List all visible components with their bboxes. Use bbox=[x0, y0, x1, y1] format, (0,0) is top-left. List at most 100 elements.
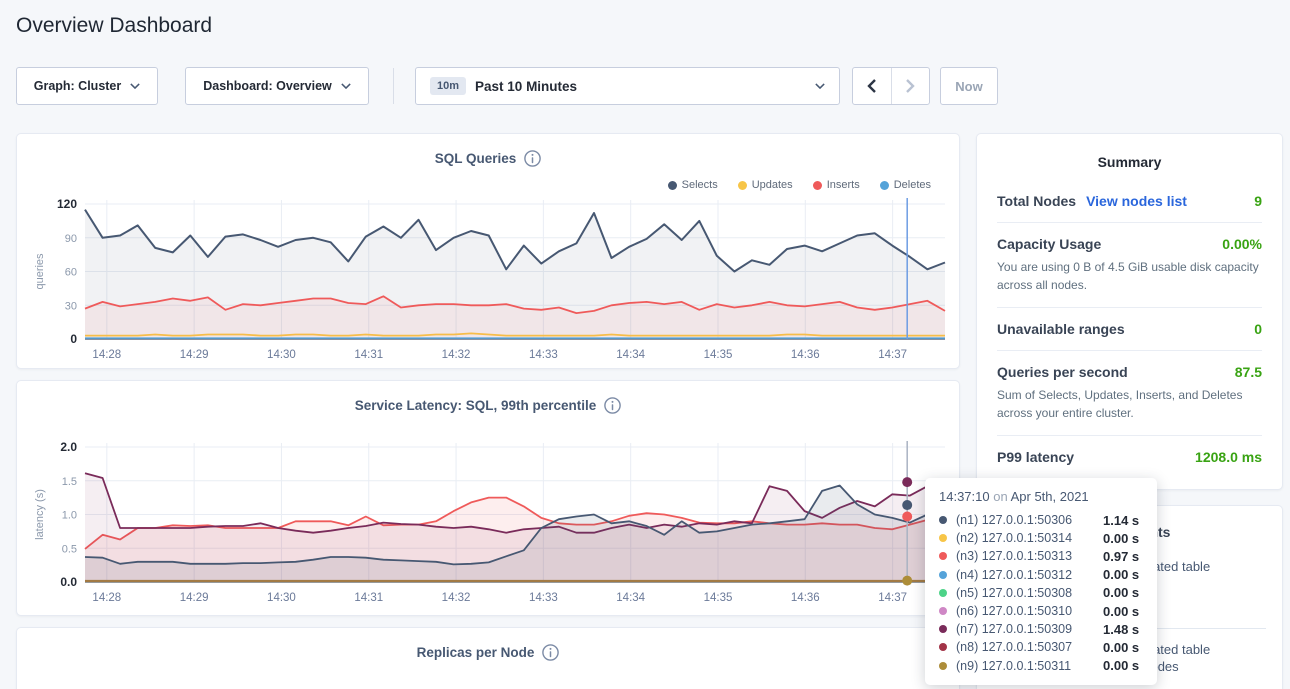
tooltip-node-value: 1.14 s bbox=[1103, 513, 1139, 528]
legend-label: Selects bbox=[682, 179, 718, 191]
tooltip-node-address: (n8) 127.0.0.1:50307 bbox=[956, 640, 1103, 654]
unavailable-ranges-value: 0 bbox=[1254, 321, 1262, 337]
unavailable-ranges-label: Unavailable ranges bbox=[997, 321, 1125, 337]
svg-text:2.0: 2.0 bbox=[60, 440, 77, 454]
p99-latency-value: 1208.0 ms bbox=[1195, 449, 1262, 465]
replicas-per-node-chart-card: Replicas per Node bbox=[16, 627, 960, 689]
legend-item[interactable]: Selects bbox=[668, 179, 718, 191]
legend-dot-icon bbox=[738, 181, 747, 190]
legend-item[interactable]: Inserts bbox=[813, 179, 860, 191]
svg-text:14:30: 14:30 bbox=[267, 349, 296, 361]
sql-queries-legend: Selects Updates Inserts Deletes bbox=[668, 179, 931, 191]
info-icon[interactable] bbox=[524, 150, 541, 167]
node-color-dot-icon bbox=[939, 589, 947, 597]
svg-text:14:32: 14:32 bbox=[442, 349, 471, 361]
tooltip-node-value: 0.00 s bbox=[1103, 604, 1139, 619]
chevron-down-icon bbox=[815, 83, 825, 89]
view-nodes-list-link[interactable]: View nodes list bbox=[1086, 193, 1187, 209]
toolbar-divider bbox=[393, 68, 394, 104]
tooltip-node-row: (n3) 127.0.0.1:503130.97 s bbox=[939, 547, 1143, 565]
legend-item[interactable]: Updates bbox=[738, 179, 793, 191]
svg-text:0: 0 bbox=[70, 332, 77, 346]
legend-dot-icon bbox=[668, 181, 677, 190]
tooltip-node-row: (n5) 127.0.0.1:503080.00 s bbox=[939, 584, 1143, 602]
queries-per-second-label: Queries per second bbox=[997, 364, 1128, 380]
legend-dot-icon bbox=[813, 181, 822, 190]
svg-text:14:28: 14:28 bbox=[92, 592, 121, 604]
tooltip-node-value: 0.00 s bbox=[1103, 531, 1139, 546]
service-latency-plot[interactable]: 0.00.51.01.52.014:2814:2914:3014:3114:32… bbox=[25, 436, 953, 608]
svg-text:90: 90 bbox=[65, 233, 77, 245]
page-title: Overview Dashboard bbox=[16, 14, 212, 38]
tooltip-node-row: (n4) 127.0.0.1:503120.00 s bbox=[939, 566, 1143, 584]
tooltip-node-row: (n6) 127.0.0.1:503100.00 s bbox=[939, 602, 1143, 620]
time-next-button[interactable] bbox=[891, 68, 930, 104]
chevron-left-icon bbox=[867, 79, 876, 93]
sql-queries-chart-title: SQL Queries bbox=[435, 151, 517, 166]
svg-text:14:37: 14:37 bbox=[878, 349, 907, 361]
svg-text:14:35: 14:35 bbox=[704, 592, 733, 604]
chevron-down-icon bbox=[130, 83, 140, 89]
svg-text:14:36: 14:36 bbox=[791, 592, 820, 604]
svg-text:14:33: 14:33 bbox=[529, 592, 558, 604]
tooltip-node-row: (n9) 127.0.0.1:503110.00 s bbox=[939, 657, 1143, 675]
svg-text:14:29: 14:29 bbox=[180, 592, 209, 604]
sql-queries-plot[interactable]: 030609012014:2814:2914:3014:3114:3214:33… bbox=[25, 194, 953, 366]
svg-text:14:34: 14:34 bbox=[616, 592, 645, 604]
p99-latency-label: P99 latency bbox=[997, 449, 1074, 465]
tooltip-node-row: (n1) 127.0.0.1:503061.14 s bbox=[939, 511, 1143, 529]
tooltip-node-value: 0.97 s bbox=[1103, 549, 1139, 564]
svg-text:0.5: 0.5 bbox=[62, 543, 77, 555]
tooltip-node-row: (n2) 127.0.0.1:503140.00 s bbox=[939, 529, 1143, 547]
tooltip-node-value: 0.00 s bbox=[1103, 567, 1139, 582]
tooltip-node-address: (n3) 127.0.0.1:50313 bbox=[956, 549, 1103, 563]
service-latency-chart-card: Service Latency: SQL, 99th percentile 0.… bbox=[16, 380, 960, 616]
now-button[interactable]: Now bbox=[940, 67, 998, 105]
svg-text:14:31: 14:31 bbox=[354, 349, 383, 361]
svg-text:1.5: 1.5 bbox=[62, 476, 77, 488]
tooltip-node-value: 1.48 s bbox=[1103, 622, 1139, 637]
dashboard-dropdown[interactable]: Dashboard: Overview bbox=[185, 67, 369, 105]
svg-text:14:37: 14:37 bbox=[878, 592, 907, 604]
svg-text:14:31: 14:31 bbox=[354, 592, 383, 604]
svg-text:14:28: 14:28 bbox=[92, 349, 121, 361]
node-color-dot-icon bbox=[939, 534, 947, 542]
tooltip-timestamp: 14:37:10 on Apr 5th, 2021 bbox=[939, 489, 1143, 504]
node-color-dot-icon bbox=[939, 516, 947, 524]
svg-text:1.0: 1.0 bbox=[62, 510, 77, 522]
tooltip-node-address: (n1) 127.0.0.1:50306 bbox=[956, 513, 1103, 527]
time-prev-button[interactable] bbox=[853, 68, 891, 104]
time-range-dropdown[interactable]: 10m Past 10 Minutes bbox=[415, 67, 840, 105]
legend-item[interactable]: Deletes bbox=[880, 179, 931, 191]
tooltip-node-value: 0.00 s bbox=[1103, 640, 1139, 655]
chart-hover-tooltip: 14:37:10 on Apr 5th, 2021 (n1) 127.0.0.1… bbox=[925, 478, 1157, 685]
svg-text:14:29: 14:29 bbox=[180, 349, 209, 361]
node-color-dot-icon bbox=[939, 643, 947, 651]
graph-dropdown[interactable]: Graph: Cluster bbox=[16, 67, 158, 105]
svg-text:0.0: 0.0 bbox=[60, 575, 77, 589]
total-nodes-label: Total Nodes bbox=[997, 193, 1076, 209]
svg-text:14:36: 14:36 bbox=[791, 349, 820, 361]
tooltip-node-row: (n8) 127.0.0.1:503070.00 s bbox=[939, 638, 1143, 656]
chevron-down-icon bbox=[341, 83, 351, 89]
tooltip-node-address: (n7) 127.0.0.1:50309 bbox=[956, 622, 1103, 636]
service-latency-chart-title: Service Latency: SQL, 99th percentile bbox=[355, 398, 597, 413]
tooltip-node-row: (n7) 127.0.0.1:503091.48 s bbox=[939, 620, 1143, 638]
svg-text:queries: queries bbox=[34, 253, 46, 290]
tooltip-node-value: 0.00 s bbox=[1103, 585, 1139, 600]
dashboard-toolbar: Graph: Cluster Dashboard: Overview 10m P… bbox=[0, 67, 1290, 105]
svg-text:30: 30 bbox=[65, 300, 77, 312]
summary-panel: Summary Total Nodes View nodes list 9 Ca… bbox=[976, 133, 1283, 490]
tooltip-node-value: 0.00 s bbox=[1103, 658, 1139, 673]
tooltip-node-address: (n2) 127.0.0.1:50314 bbox=[956, 531, 1103, 545]
tooltip-node-address: (n9) 127.0.0.1:50311 bbox=[956, 659, 1103, 673]
time-range-label: Past 10 Minutes bbox=[475, 79, 577, 94]
legend-label: Updates bbox=[752, 179, 793, 191]
info-icon[interactable] bbox=[604, 397, 621, 414]
capacity-usage-description: You are using 0 B of 4.5 GiB usable disk… bbox=[997, 258, 1262, 294]
time-range-badge: 10m bbox=[430, 77, 466, 95]
info-icon[interactable] bbox=[542, 644, 559, 661]
time-step-group bbox=[852, 67, 930, 105]
tooltip-node-address: (n6) 127.0.0.1:50310 bbox=[956, 604, 1103, 618]
queries-per-second-description: Sum of Selects, Updates, Inserts, and De… bbox=[997, 386, 1262, 422]
